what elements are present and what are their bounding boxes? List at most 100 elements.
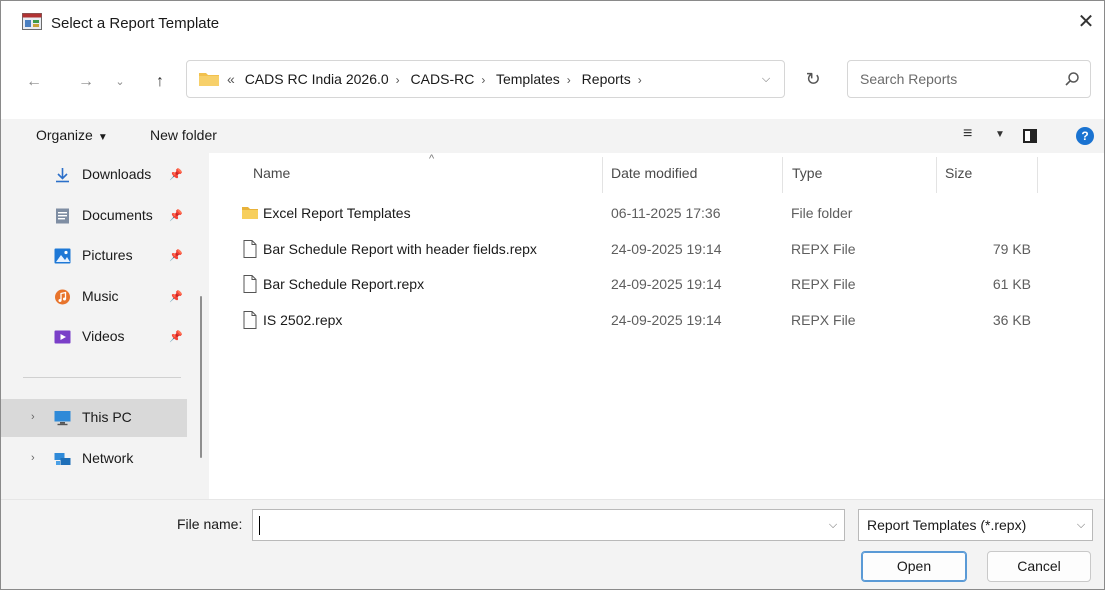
caret-down-icon: ▼ bbox=[97, 132, 108, 143]
file-name: Bar Schedule Report with header fields.r… bbox=[263, 241, 537, 257]
file-type: File folder bbox=[791, 205, 853, 221]
sidebar-item-label: Music bbox=[82, 288, 119, 304]
file-type-filter-value: Report Templates (*.repx) bbox=[867, 517, 1027, 533]
breadcrumb-item[interactable]: CADS-RC bbox=[411, 71, 475, 87]
chevron-right-icon[interactable]: › bbox=[31, 411, 35, 423]
search-icon[interactable] bbox=[1064, 71, 1080, 87]
file-row[interactable]: Bar Schedule Report with header fields.r… bbox=[231, 231, 1041, 267]
network-icon bbox=[54, 453, 71, 465]
file-type: REPX File bbox=[791, 312, 856, 328]
pictures-icon bbox=[54, 248, 71, 264]
sidebar-item-videos[interactable]: Videos 📌 bbox=[1, 318, 187, 356]
close-button[interactable]: ✕ bbox=[1068, 7, 1104, 37]
file-row[interactable]: IS 2502.repx 24-09-2025 19:14 REPX File … bbox=[231, 302, 1041, 338]
chevron-down-icon[interactable]: ⌵ bbox=[822, 510, 844, 540]
file-size: 79 KB bbox=[992, 241, 1031, 257]
chevron-right-icon[interactable]: › bbox=[631, 73, 649, 87]
caret-down-icon[interactable]: ▼ bbox=[995, 129, 1005, 140]
sidebar-item-downloads[interactable]: Downloads 📌 bbox=[1, 156, 187, 194]
file-name: IS 2502.repx bbox=[263, 312, 343, 328]
breadcrumb-item[interactable]: Templates bbox=[496, 71, 560, 87]
documents-icon bbox=[56, 208, 69, 224]
pin-icon[interactable]: 📌 bbox=[169, 290, 183, 303]
open-button[interactable]: Open bbox=[861, 551, 967, 582]
sort-ascending-icon: ^ bbox=[429, 153, 435, 165]
file-row[interactable]: Excel Report Templates 06-11-2025 17:36 … bbox=[231, 195, 1041, 231]
help-icon[interactable]: ? bbox=[1076, 127, 1094, 145]
sidebar-item-label: Downloads bbox=[82, 166, 152, 182]
navigation-pane: Downloads 📌 Documents 📌 Pictures 📌 Music… bbox=[1, 153, 209, 499]
chevron-down-icon[interactable]: ⌵ bbox=[748, 61, 784, 97]
scrollbar[interactable] bbox=[200, 296, 202, 458]
refresh-button[interactable]: ↻ bbox=[794, 60, 832, 98]
file-type: REPX File bbox=[791, 276, 856, 292]
pin-icon[interactable]: 📌 bbox=[169, 330, 183, 343]
chevron-right-icon[interactable]: › bbox=[389, 73, 407, 87]
column-header-type[interactable]: Type bbox=[792, 165, 822, 181]
navigation-bar: ← → ⌄ ↑ « CADS RC India 2026.0 › CADS-RC ›… bbox=[1, 47, 1104, 119]
pin-icon[interactable]: 📌 bbox=[169, 209, 183, 222]
sidebar-item-music[interactable]: Music 📌 bbox=[1, 278, 187, 316]
sidebar-item-label: Pictures bbox=[82, 247, 133, 263]
file-icon bbox=[243, 275, 257, 293]
videos-icon bbox=[54, 330, 71, 344]
pin-icon[interactable]: 📌 bbox=[169, 249, 183, 262]
back-button[interactable]: ← bbox=[23, 71, 45, 93]
sidebar-item-network[interactable]: › Network bbox=[1, 440, 187, 478]
file-size: 36 KB bbox=[992, 312, 1031, 328]
chevron-right-icon[interactable]: › bbox=[474, 73, 492, 87]
music-icon bbox=[55, 289, 70, 305]
file-name: Excel Report Templates bbox=[263, 205, 411, 221]
recent-locations-button[interactable]: ⌄ bbox=[109, 71, 131, 93]
file-name: Bar Schedule Report.repx bbox=[263, 276, 425, 292]
breadcrumb-item[interactable]: Reports bbox=[582, 71, 631, 87]
window-title: Select a Report Template bbox=[51, 15, 220, 32]
column-divider[interactable] bbox=[782, 157, 783, 193]
command-bar: Organize ▼ New folder ≡ ▼ ? bbox=[1, 119, 1104, 153]
chevron-down-icon[interactable]: ⌵ bbox=[1070, 510, 1092, 540]
address-bar[interactable]: « CADS RC India 2026.0 › CADS-RC › Templat… bbox=[186, 60, 785, 98]
up-button[interactable]: ↑ bbox=[149, 71, 171, 93]
file-date: 06-11-2025 17:36 bbox=[611, 205, 721, 221]
new-folder-button[interactable]: New folder bbox=[150, 127, 217, 143]
file-date: 24-09-2025 19:14 bbox=[611, 276, 722, 292]
folder-icon bbox=[199, 73, 219, 86]
sidebar-item-label: Documents bbox=[82, 207, 153, 223]
column-header-date[interactable]: Date modified bbox=[611, 165, 697, 181]
column-divider[interactable] bbox=[1037, 157, 1038, 193]
file-row[interactable]: Bar Schedule Report.repx 24-09-2025 19:1… bbox=[231, 266, 1041, 302]
sidebar-item-documents[interactable]: Documents 📌 bbox=[1, 197, 187, 235]
sidebar-item-this-pc[interactable]: › This PC bbox=[1, 399, 187, 437]
sidebar-item-pictures[interactable]: Pictures 📌 bbox=[1, 237, 187, 275]
preview-pane-icon[interactable] bbox=[1023, 129, 1037, 143]
file-icon bbox=[243, 240, 257, 258]
file-name-input[interactable]: ⌵ bbox=[252, 509, 845, 541]
breadcrumb: « CADS RC India 2026.0 › CADS-RC › Templat… bbox=[227, 71, 649, 87]
column-divider[interactable] bbox=[936, 157, 937, 193]
download-icon bbox=[56, 168, 69, 183]
forward-button[interactable]: → bbox=[75, 71, 97, 93]
file-size: 61 KB bbox=[992, 276, 1031, 292]
text-cursor bbox=[259, 516, 260, 535]
organize-label: Organize bbox=[36, 127, 93, 143]
view-options-icon[interactable]: ≡ bbox=[963, 125, 972, 143]
chevron-right-icon[interactable]: › bbox=[31, 452, 35, 464]
breadcrumb-item[interactable]: CADS RC India 2026.0 bbox=[245, 71, 389, 87]
file-list: ^ Name Date modified Type Size Excel Rep… bbox=[209, 153, 1104, 499]
pc-icon bbox=[54, 411, 71, 426]
column-header-name[interactable]: Name bbox=[253, 165, 290, 181]
file-icon bbox=[243, 311, 257, 329]
cancel-button[interactable]: Cancel bbox=[987, 551, 1091, 582]
sidebar-item-label: Network bbox=[82, 450, 134, 466]
organize-button[interactable]: Organize ▼ bbox=[36, 127, 108, 143]
breadcrumb-overflow[interactable]: « bbox=[227, 71, 241, 87]
column-divider[interactable] bbox=[602, 157, 603, 193]
file-name-label: File name: bbox=[177, 516, 243, 532]
bottom-pane: File name: ⌵ Report Templates (*.repx) ⌵… bbox=[1, 499, 1104, 589]
divider bbox=[23, 377, 181, 378]
file-type-filter[interactable]: Report Templates (*.repx) ⌵ bbox=[858, 509, 1093, 541]
search-box[interactable]: Search Reports bbox=[847, 60, 1091, 98]
column-header-size[interactable]: Size bbox=[945, 165, 972, 181]
chevron-right-icon[interactable]: › bbox=[560, 73, 578, 87]
pin-icon[interactable]: 📌 bbox=[169, 168, 183, 181]
